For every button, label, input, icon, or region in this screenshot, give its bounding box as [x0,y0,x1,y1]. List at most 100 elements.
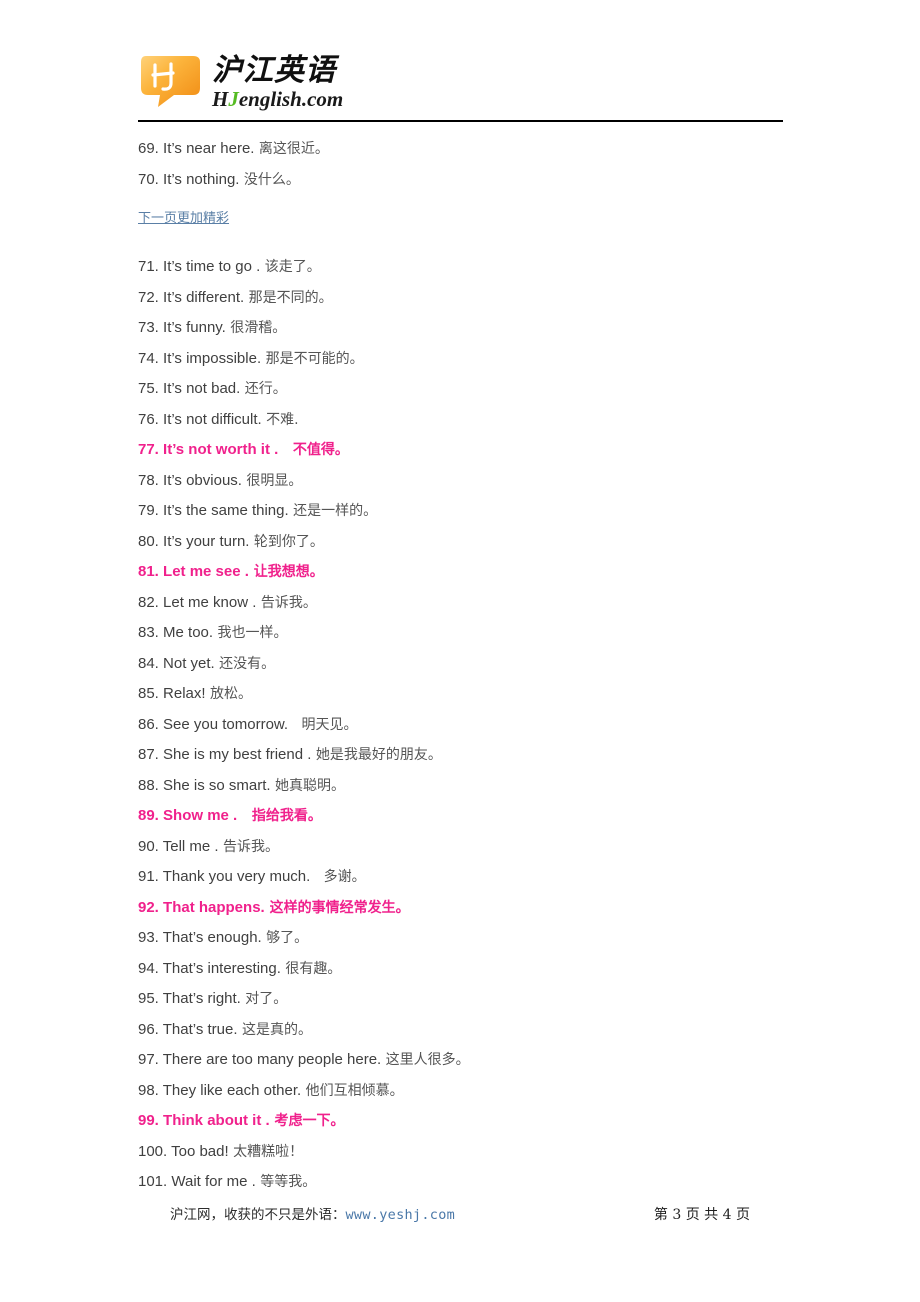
item-english: That happens. [158,898,265,916]
item-number: 94. [138,959,159,977]
item-number: 96. [138,1020,159,1038]
item-number: 97. [138,1051,159,1068]
list-item: 69. It’s near here. 离这很近。 [138,134,838,165]
item-number: 74. [138,349,159,367]
item-chinese: 够了。 [261,930,309,946]
item-chinese: 离这很近。 [254,141,329,157]
next-page-link[interactable]: 下一页更加精彩 [138,209,229,229]
item-chinese: 轮到你了。 [249,533,324,550]
item-english: She is so smart. [158,776,271,794]
item-english: Wait for me . [167,1173,256,1190]
item-number: 99. [138,1112,159,1129]
item-english: Let me know . [158,593,257,611]
logo-domain-j: J [228,87,239,111]
item-chinese: 很明显。 [241,472,303,489]
item-chinese: 太糟糕啦！ [228,1143,304,1160]
page-indicator: 第 3 页 共 4 页 [653,1207,750,1223]
item-english: It’s not worth it . [158,441,279,458]
list-item: 80. It’s your turn. 轮到你了。 [138,527,838,558]
list-item: 82. Let me know . 告诉我。 [138,588,838,619]
list-item-highlighted: 89. Show me . 指给我看。 [138,801,838,832]
item-number: 70. [138,170,159,188]
item-english: It’s impossible. [158,349,262,367]
list-item: 76. It’s not difficult. 不难. [138,405,838,436]
item-chinese: 告诉我。 [256,594,317,611]
footer-tagline-text: 沪江网，收获的不只是外语： [170,1207,346,1223]
item-english: That’s true. [158,1020,238,1038]
list-item: 74. It’s impossible. 那是不可能的。 [138,344,838,375]
item-number: 75. [138,380,159,397]
item-english: It’s nothing. [158,170,240,188]
item-english: It’s obvious. [158,471,242,489]
list-item: 86. See you tomorrow. 明天见。 [138,710,838,741]
item-number: 72. [138,288,159,306]
item-english: It’s not difficult. [158,410,262,428]
item-english: She is my best friend . [158,746,312,763]
item-chinese: 指给我看。 [237,808,322,824]
item-chinese: 她真聪明。 [270,777,346,794]
item-english: It’s near here. [158,140,255,157]
item-chinese: 放松。 [205,686,252,702]
item-number: 76. [138,410,159,428]
item-english: Me too. [158,624,214,641]
item-english: That’s interesting. [158,959,281,977]
item-chinese: 明天见。 [288,716,358,733]
list-item: 100. Too bad! 太糟糕啦！ [138,1137,838,1168]
item-number: 87. [138,746,159,763]
hjenglish-speech-bubble-icon [138,52,204,110]
item-number: 78. [138,471,159,489]
list-item: 95. That’s right. 对了。 [138,984,838,1015]
list-item: 90. Tell me . 告诉我。 [138,832,838,863]
item-chinese: 还没有。 [214,655,276,672]
item-chinese: 告诉我。 [218,838,280,855]
item-number: 89. [138,807,159,824]
item-number: 77. [138,441,159,458]
logo-domain: HJenglish.com [212,87,343,111]
item-chinese: 这样的事情经常发生。 [264,899,410,916]
item-chinese: 还是一样的。 [288,503,378,519]
list-item: 71. It’s time to go . 该走了。 [138,252,838,283]
item-chinese: 我也一样。 [213,625,288,641]
page-footer: 沪江网，收获的不只是外语：www.yeshj.com 第 3 页 共 4 页 [170,1203,750,1224]
list-item-highlighted: 81. Let me see . 让我想想。 [138,557,838,588]
item-number: 79. [138,502,159,519]
item-english: Too bad! [167,1142,229,1160]
item-chinese: 让我想想。 [248,564,324,580]
item-english: Thank you very much. [158,868,311,885]
item-english: It’s the same thing. [158,502,289,519]
item-english: It’s different. [158,288,245,306]
list-item-highlighted: 92. That happens. 这样的事情经常发生。 [138,893,838,924]
item-english: That’s enough. [158,929,262,946]
item-chinese: 她是我最好的朋友。 [311,747,442,763]
item-chinese: 那是不可能的。 [261,350,364,367]
list-item: 101. Wait for me . 等等我。 [138,1167,838,1198]
item-english: Relax! [158,685,206,702]
list-item: 70. It’s nothing. 没什么。 [138,165,838,196]
site-logo: 沪江英语 HJenglish.com [138,52,783,111]
item-number: 71. [138,258,159,275]
item-english: It’s funny. [158,319,226,336]
item-number: 82. [138,593,159,611]
item-english: They like each other. [158,1081,302,1099]
item-number: 101. [138,1173,168,1190]
item-chinese: 多谢。 [310,869,366,885]
list-item: 83. Me too. 我也一样。 [138,618,838,649]
list-item: 88. She is so smart. 她真聪明。 [138,771,838,802]
list-item: 72. It’s different. 那是不同的。 [138,283,838,314]
item-chinese: 考虑一下。 [269,1113,345,1129]
footer-url[interactable]: www.yeshj.com [346,1207,456,1223]
item-chinese: 很有趣。 [280,960,342,977]
item-chinese: 还行。 [240,381,287,397]
header-divider [138,120,783,122]
list-item-highlighted: 77. It’s not worth it . 不值得。 [138,435,838,466]
list-item: 79. It’s the same thing. 还是一样的。 [138,496,838,527]
page-header: 沪江英语 HJenglish.com [138,52,783,122]
item-number: 92. [138,898,159,916]
list-item: 75. It’s not bad. 还行。 [138,374,838,405]
list-item: 85. Relax! 放松。 [138,679,838,710]
item-chinese: 对了。 [240,991,288,1007]
item-number: 83. [138,624,159,641]
item-number: 90. [138,837,159,855]
list-item: 78. It’s obvious. 很明显。 [138,466,838,497]
logo-chinese-name: 沪江英语 [212,53,336,88]
